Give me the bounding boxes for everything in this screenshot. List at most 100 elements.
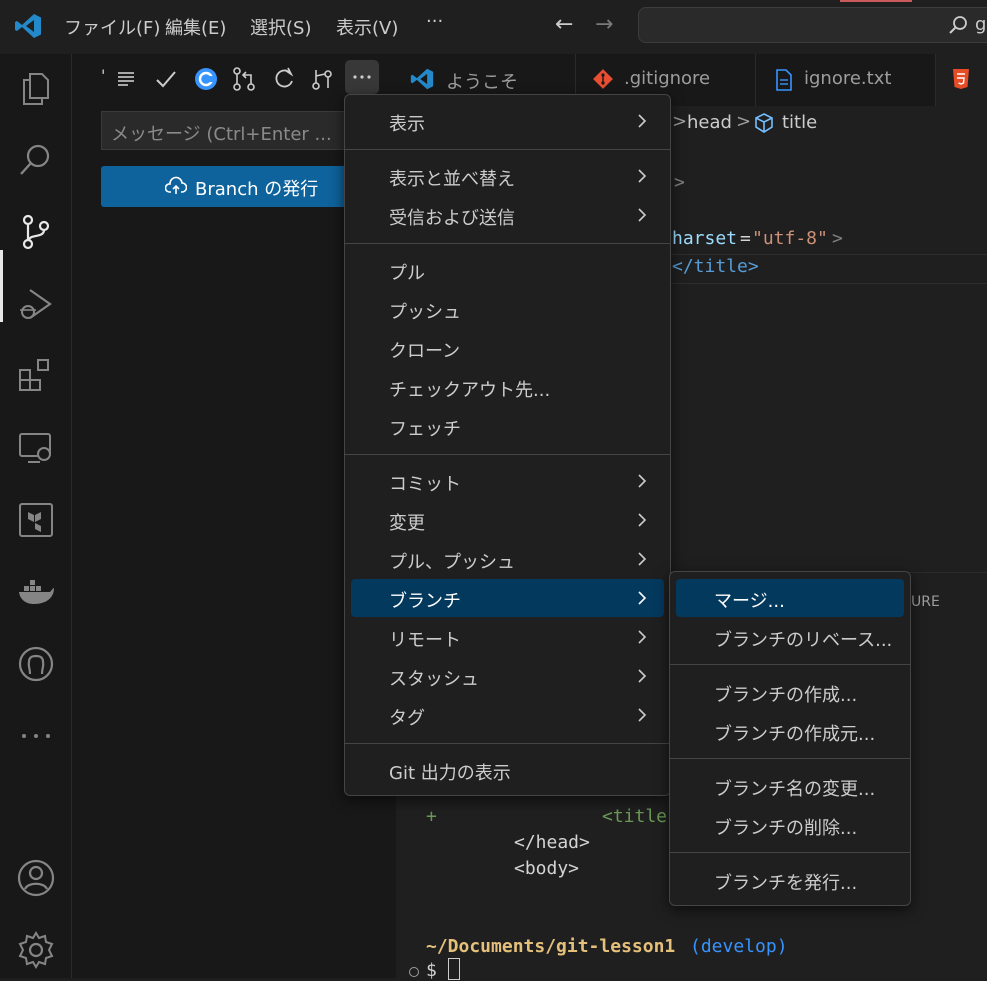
vscode-logo-icon — [15, 14, 41, 38]
forward-arrow-icon[interactable]: → — [595, 12, 613, 37]
menu-item-tags[interactable]: タグ — [351, 696, 664, 734]
menu-item-label: マージ... — [714, 591, 785, 612]
terraform-icon[interactable] — [16, 500, 56, 540]
ellipsis-icon — [353, 75, 371, 79]
menu-item-checkout[interactable]: チェックアウト先... — [351, 368, 664, 406]
submenu-item-publish-branch[interactable]: ブランチを発行... — [676, 861, 904, 899]
git-file-icon — [593, 69, 613, 89]
graph-icon[interactable] — [309, 66, 335, 92]
check-icon[interactable] — [153, 66, 179, 92]
symbol-field-icon — [755, 113, 773, 133]
code-charset-attr: harset — [672, 228, 738, 249]
terminal-path: ~/Documents/git-lesson1 — [426, 936, 676, 957]
menu-item-changes[interactable]: 変更 — [351, 501, 664, 539]
menu-item-label: 変更 — [389, 513, 425, 534]
tab-label: ignore.txt — [804, 68, 892, 89]
window-accent — [840, 0, 912, 2]
menu-item-show-git-output[interactable]: Git 出力の表示 — [351, 751, 664, 789]
back-arrow-icon[interactable]: ← — [555, 12, 573, 37]
code-charset-value: "utf-8" — [752, 228, 828, 249]
gear-icon[interactable] — [16, 930, 56, 970]
menu-item-label: タグ — [389, 708, 425, 729]
source-control-icon[interactable] — [16, 212, 56, 252]
menu-item-view[interactable]: 表示 — [351, 102, 664, 140]
run-debug-icon[interactable] — [16, 284, 56, 324]
submenu-item-rename-branch[interactable]: ブランチ名の変更... — [676, 767, 904, 805]
menu-selection[interactable]: 選択(S) — [250, 14, 311, 40]
command-center[interactable]: g — [638, 7, 987, 43]
extensions-icon[interactable] — [16, 356, 56, 396]
menu-item-label: スタッシュ — [389, 669, 479, 690]
menu-item-pull[interactable]: プル — [351, 251, 664, 289]
terminal-head-close: </head> — [514, 832, 590, 853]
menu-item-label: Git 出力の表示 — [389, 763, 511, 784]
account-icon[interactable] — [16, 858, 56, 898]
menu-item-pull-push[interactable]: プル、プッシュ — [351, 540, 664, 578]
menu-edit[interactable]: 編集(E) — [165, 14, 226, 40]
remote-explorer-icon[interactable] — [16, 428, 56, 468]
menu-item-stash[interactable]: スタッシュ — [351, 657, 664, 695]
terminal-status-icon — [409, 967, 419, 977]
tab-ignore-txt[interactable]: ignore.txt — [756, 54, 936, 106]
menu-item-label: コミット — [389, 474, 461, 495]
menu-item-incoming-outgoing[interactable]: 受信および送信 — [351, 196, 664, 234]
chevron-right-icon — [638, 552, 647, 566]
code-line-1: > — [674, 172, 685, 193]
menu-item-label: プル、プッシュ — [389, 552, 515, 573]
commit-message-input[interactable]: メッセージ (Ctrl+Enter ... — [101, 111, 349, 150]
explorer-icon[interactable] — [16, 68, 56, 108]
menu-item-label: 表示 — [389, 114, 425, 135]
menu-item-label: フェッチ — [389, 419, 461, 440]
menu-item-label: ブランチ — [389, 591, 461, 612]
menu-item-commit[interactable]: コミット — [351, 462, 664, 500]
menu-separator — [345, 454, 670, 455]
activity-bar — [0, 54, 72, 978]
copilot-icon[interactable] — [193, 66, 219, 92]
chevron-right-icon — [638, 708, 647, 722]
menu-item-remote[interactable]: リモート — [351, 618, 664, 656]
search-icon[interactable] — [16, 140, 56, 180]
chevron-right-icon — [638, 669, 647, 683]
submenu-item-delete-branch[interactable]: ブランチの削除... — [676, 806, 904, 844]
menu-item-label: 表示と並べ替え — [389, 169, 515, 190]
refresh-icon[interactable] — [271, 66, 297, 92]
menu-item-label: 受信および送信 — [389, 208, 515, 229]
more-actions-menu: 表示 表示と並べ替え 受信および送信 プル プッシュ クローン チェックアウト先… — [344, 94, 671, 796]
menu-separator — [670, 664, 910, 665]
submenu-item-create-branch-from[interactable]: ブランチの作成元... — [676, 712, 904, 750]
menu-item-label: ブランチの作成元... — [714, 724, 876, 745]
menu-view[interactable]: 表示(V) — [336, 14, 398, 40]
menu-more[interactable]: ··· — [426, 11, 443, 32]
menu-item-fetch[interactable]: フェッチ — [351, 407, 664, 445]
docker-icon[interactable] — [16, 572, 56, 612]
submenu-item-rebase[interactable]: ブランチのリベース... — [676, 618, 904, 656]
publish-branch-button[interactable]: Branch の発行 — [101, 166, 349, 207]
menu-item-push[interactable]: プッシュ — [351, 290, 664, 328]
terminal-branch: (develop) — [690, 936, 788, 957]
more-actions-button[interactable] — [345, 60, 379, 94]
terminal-cursor[interactable] — [448, 958, 460, 980]
menu-item-view-sort[interactable]: 表示と並べ替え — [351, 157, 664, 195]
breadcrumb-separator: > — [736, 111, 752, 132]
chevron-right-icon — [638, 474, 647, 488]
menu-separator — [670, 852, 910, 853]
view-as-list-icon[interactable] — [113, 66, 139, 92]
tab-html-active[interactable] — [936, 54, 987, 106]
chevron-right-icon — [638, 591, 647, 605]
menu-item-label: プッシュ — [389, 302, 461, 323]
menu-file[interactable]: ファイル(F) — [64, 14, 160, 40]
cloud-upload-icon — [165, 176, 187, 194]
menu-item-clone[interactable]: クローン — [351, 329, 664, 367]
github-icon[interactable] — [16, 644, 56, 684]
breadcrumb-title[interactable]: title — [782, 112, 817, 133]
terminal-body-open: <body> — [514, 858, 580, 879]
menu-item-label: ブランチ名の変更... — [714, 779, 876, 800]
menu-item-branch[interactable]: ブランチ — [351, 579, 664, 617]
branch-submenu: マージ... ブランチのリベース... ブランチの作成... ブランチの作成元.… — [669, 571, 911, 906]
submenu-item-create-branch[interactable]: ブランチの作成... — [676, 673, 904, 711]
pull-request-icon[interactable] — [231, 66, 257, 92]
chevron-right-icon — [638, 513, 647, 527]
breadcrumb-head[interactable]: head — [687, 112, 732, 133]
submenu-item-merge[interactable]: マージ... — [676, 579, 904, 617]
more-icon[interactable] — [16, 716, 56, 756]
